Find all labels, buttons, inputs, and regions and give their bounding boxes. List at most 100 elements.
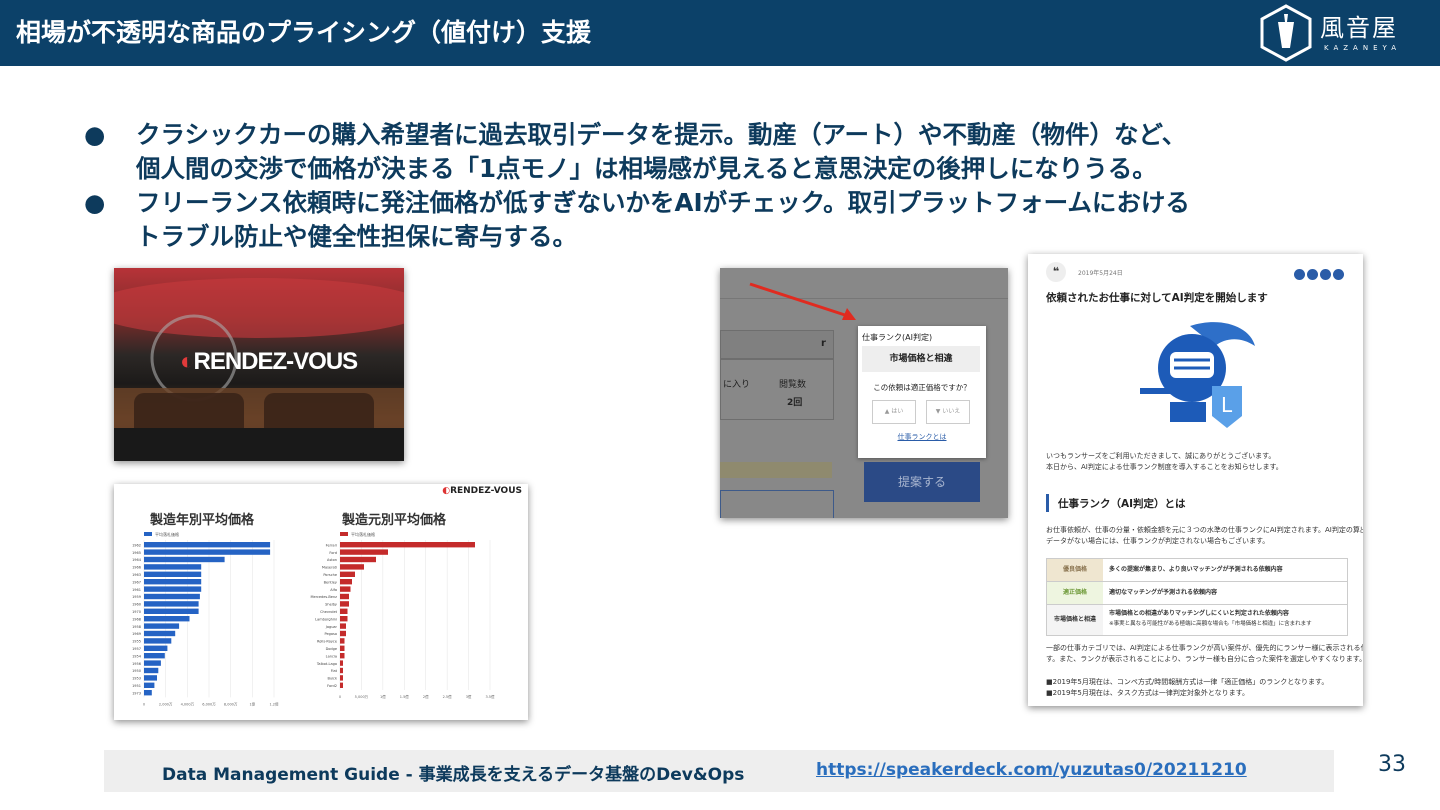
chart-bar	[144, 675, 157, 681]
price-charts-image: ◐RENDEZ-VOUS 製造年別平均価格 製造元別平均価格 平均落札価格 0 2,…	[114, 484, 528, 720]
category-label: Alfa	[330, 588, 337, 592]
chart-bar	[144, 660, 161, 666]
outro-line: 一部の仕事カテゴリでは、AI判定による仕事ランクが高い案件が、優先的にランサー様…	[1046, 644, 1363, 652]
table-row: 市場価格と相違 市場価格との相違がありマッチングしにくいと判定された依頼内容 ※…	[1047, 605, 1347, 635]
chart-bar	[144, 638, 172, 644]
rank-label: 市場価格と相違	[862, 346, 980, 372]
bullet-marker: ●	[84, 120, 106, 149]
category-label: 1967	[132, 580, 141, 584]
note-line: ■2019年5月現在は、タスク方式は一律判定対象外となります。	[1046, 689, 1249, 697]
chart-bar	[340, 675, 343, 681]
x-tick-label: 1億	[380, 694, 386, 699]
facebook-icon[interactable]	[1294, 269, 1305, 280]
chart-bar	[340, 542, 475, 548]
input-box[interactable]	[720, 490, 834, 518]
rendez-vous-logo-text: RENDEZ-VOUS	[193, 348, 359, 375]
kazaneya-logo: 風音屋 KAZANEYA	[1258, 4, 1428, 62]
table-label: 適正価格	[1047, 582, 1103, 604]
category-label: Mercedes-Benz	[310, 595, 337, 599]
chart-bar	[340, 653, 345, 659]
category-label: Buick	[327, 677, 338, 681]
svg-text:L: L	[1221, 393, 1233, 417]
bullet-line: 個人間の交渉で価格が決まる「1点モノ」は相場感が見えると意思決定の後押しになりう…	[136, 154, 1157, 183]
chart-bar	[144, 549, 271, 555]
table-note: ※事実と異なる可能性がある極端に高額な場合も「市場価格と相違」に含まれます	[1109, 621, 1312, 627]
x-tick-label: 1億	[249, 701, 255, 706]
category-label: Ferrari	[326, 543, 337, 547]
link-icon[interactable]	[1333, 269, 1344, 280]
rendez-vous-logo: ◐RENDEZ-VOUS	[180, 348, 380, 378]
table-row: 優良価格 多くの提案が集まり、より良いマッチングが予測される依頼内容	[1047, 559, 1347, 582]
page-number: 33	[1378, 752, 1406, 777]
category-label: Fiat	[331, 669, 338, 673]
classic-car-photo: ◐RENDEZ-VOUS	[114, 268, 404, 461]
no-button[interactable]: ▼ いいえ	[926, 400, 970, 424]
category-label: 1957	[132, 647, 141, 651]
table-row: 適正価格 適切なマッチングが予測される依頼内容	[1047, 582, 1347, 605]
category-label: Ford	[329, 551, 337, 555]
chart-bar	[144, 556, 225, 563]
views-label: 閲覧数	[779, 380, 807, 390]
price-question: この依頼は適正価格ですか？	[873, 383, 971, 392]
slide-header: 相場が不透明な商品のプライシング（値付け）支援 風音屋 KAZANEYA	[0, 0, 1440, 66]
bullet-item: ● クラシックカーの購入希望者に過去取引データを提示。動産（アート）や不動産（物…	[80, 118, 1380, 186]
lancers-blog-article: ❝ 2019年5月24日 依頼されたお仕事に対してAI判定を開始します L いつ…	[1028, 254, 1363, 706]
x-tick-label: 2,000万	[159, 702, 173, 706]
x-tick-label: 4,000万	[181, 702, 195, 706]
bullet-line: クラシックカーの購入希望者に過去取引データを提示。動産（アート）や不動産（物件）…	[136, 120, 1187, 149]
chart-bar	[340, 623, 346, 629]
intro-line: 本日から、AI判定による仕事ランク制度を導入することをお知らせします。	[1046, 463, 1283, 471]
chart-bar	[340, 638, 345, 644]
category-label: 1968	[132, 617, 141, 621]
line-icon[interactable]	[1320, 269, 1331, 280]
x-tick-label: 1.2億	[269, 701, 279, 706]
table-desc: 市場価格との相違がありマッチングしにくいと判定された依頼内容	[1109, 610, 1289, 617]
popup-title: 仕事ランク(AI判定)	[862, 333, 933, 342]
bar-charts-svg: 平均落札価格 0 2,000万 4,000万 6,000万 8,000万 1億 1.2億 196…	[132, 531, 495, 706]
legend-swatch	[340, 532, 348, 536]
category-label: 1950	[132, 669, 141, 673]
bullet-marker: ●	[84, 188, 106, 217]
category-label: Pegaso	[325, 632, 337, 636]
no-label: いいえ	[942, 408, 961, 415]
table-desc: 多くの提案が集まり、より良いマッチングが予測される依頼内容	[1109, 566, 1283, 573]
category-label: Lancia	[326, 654, 337, 658]
x-tick-label: 6,000万	[202, 702, 216, 706]
chart-bar	[144, 682, 155, 688]
legend-label: 平均落札価格	[155, 531, 179, 537]
yes-button[interactable]: ▲ はい	[872, 400, 916, 424]
x-tick-label: 2億	[423, 694, 429, 699]
left-panel-partial: r	[821, 338, 826, 349]
category-label: 1956	[132, 662, 141, 666]
quote-icon: ❝	[1046, 262, 1066, 282]
stats-box: に入り 閲覧数 2回	[720, 358, 834, 420]
legend-label: 平均落札価格	[351, 531, 375, 537]
propose-button[interactable]: 提案する	[864, 462, 980, 502]
x-tick-label: 8,000万	[224, 702, 238, 706]
x-tick-label: 0	[143, 702, 145, 706]
intro-line: いつもランサーズをご利用いただきまして、誠にありがとうございます。	[1046, 452, 1276, 460]
logo-brand-name: 風音屋	[1320, 14, 1398, 42]
slide-title: 相場が不透明な商品のプライシング（値付け）支援	[16, 18, 592, 47]
lancers-knight-mascot-icon: L	[1140, 322, 1255, 428]
notice-strip	[720, 462, 832, 478]
section-accent	[1046, 494, 1049, 512]
twitter-icon[interactable]	[1307, 269, 1318, 280]
category-label: 1970	[132, 610, 141, 614]
rank-help-link[interactable]: 仕事ランクとは	[858, 432, 986, 442]
category-label: 1962	[132, 543, 141, 547]
ai-rank-popup: 仕事ランク(AI判定) 市場価格と相違 この依頼は適正価格ですか？ ▲ はい ▼…	[858, 326, 986, 458]
footer-link[interactable]: https://speakerdeck.com/yuzutas0/2021121…	[816, 760, 1247, 780]
chart-bar	[144, 564, 202, 570]
category-label: Bentley	[324, 580, 337, 584]
category-label: 1973	[132, 691, 141, 695]
category-label: 1965	[132, 551, 141, 555]
bullet-list: ● クラシックカーの購入希望者に過去取引データを提示。動産（アート）や不動産（物…	[80, 118, 1380, 254]
chart-bar	[340, 549, 388, 555]
table-desc-cell: 市場価格との相違がありマッチングしにくいと判定された依頼内容 ※事実と異なる可能…	[1103, 605, 1347, 635]
chart-bar	[144, 667, 159, 674]
category-label: Rolls-Royce	[317, 640, 337, 644]
yes-label: はい	[891, 408, 904, 415]
category-label: 1964	[132, 558, 142, 562]
category-label: Maserati	[322, 566, 337, 570]
